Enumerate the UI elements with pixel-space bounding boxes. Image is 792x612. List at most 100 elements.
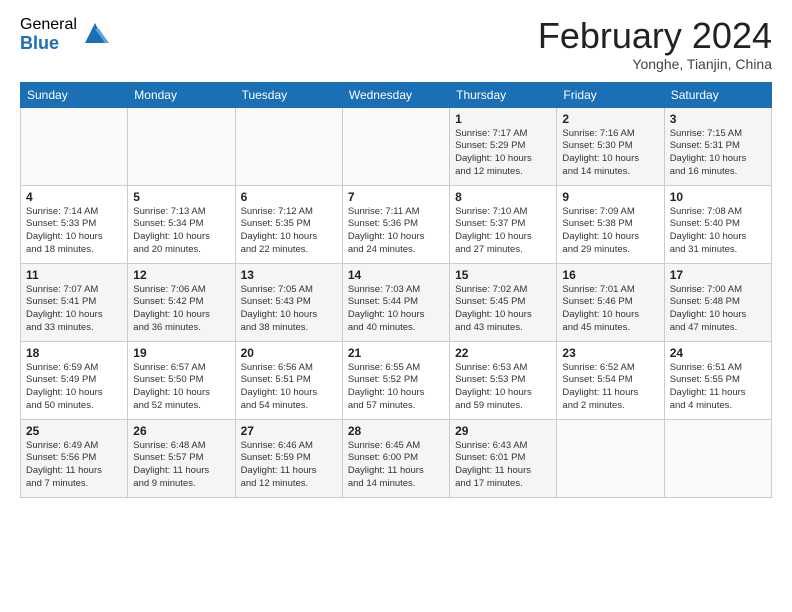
day-cell: 21 Sunrise: 6:55 AMSunset: 5:52 PMDayligh…: [342, 341, 449, 419]
day-number: 4: [26, 190, 122, 204]
col-monday: Monday: [128, 82, 235, 107]
col-sunday: Sunday: [21, 82, 128, 107]
day-cell: 13 Sunrise: 7:05 AMSunset: 5:43 PMDayligh…: [235, 263, 342, 341]
day-number: 14: [348, 268, 444, 282]
day-number: 2: [562, 112, 658, 126]
day-cell: 18 Sunrise: 6:59 AMSunset: 5:49 PMDayligh…: [21, 341, 128, 419]
day-number: 6: [241, 190, 337, 204]
day-cell: 4 Sunrise: 7:14 AMSunset: 5:33 PMDaylight…: [21, 185, 128, 263]
day-info: Sunrise: 7:14 AMSunset: 5:33 PMDaylight:…: [26, 206, 122, 257]
col-thursday: Thursday: [450, 82, 557, 107]
day-cell: [557, 419, 664, 497]
logo-general: General: [20, 16, 77, 34]
day-number: 12: [133, 268, 229, 282]
col-friday: Friday: [557, 82, 664, 107]
day-info: Sunrise: 7:03 AMSunset: 5:44 PMDaylight:…: [348, 284, 444, 335]
day-number: 13: [241, 268, 337, 282]
day-number: 29: [455, 424, 551, 438]
day-info: Sunrise: 7:02 AMSunset: 5:45 PMDaylight:…: [455, 284, 551, 335]
day-info: Sunrise: 6:53 AMSunset: 5:53 PMDaylight:…: [455, 362, 551, 413]
day-cell: [128, 107, 235, 185]
header-row: Sunday Monday Tuesday Wednesday Thursday…: [21, 82, 772, 107]
col-tuesday: Tuesday: [235, 82, 342, 107]
day-info: Sunrise: 6:55 AMSunset: 5:52 PMDaylight:…: [348, 362, 444, 413]
day-info: Sunrise: 6:48 AMSunset: 5:57 PMDaylight:…: [133, 440, 229, 491]
week-row-5: 25Sunrise: 6:49 AMSunset: 5:56 PMDayligh…: [21, 419, 772, 497]
day-info: Sunrise: 7:16 AMSunset: 5:30 PMDaylight:…: [562, 128, 658, 179]
day-number: 16: [562, 268, 658, 282]
day-cell: 25Sunrise: 6:49 AMSunset: 5:56 PMDayligh…: [21, 419, 128, 497]
day-number: 10: [670, 190, 766, 204]
day-cell: 26 Sunrise: 6:48 AMSunset: 5:57 PMDayligh…: [128, 419, 235, 497]
day-number: 8: [455, 190, 551, 204]
day-info: Sunrise: 7:10 AMSunset: 5:37 PMDaylight:…: [455, 206, 551, 257]
day-number: 26: [133, 424, 229, 438]
day-info: Sunrise: 7:05 AMSunset: 5:43 PMDaylight:…: [241, 284, 337, 335]
logo: General Blue: [20, 16, 109, 53]
day-cell: 16Sunrise: 7:01 AMSunset: 5:46 PMDayligh…: [557, 263, 664, 341]
logo-blue: Blue: [20, 34, 77, 54]
day-cell: 23 Sunrise: 6:52 AMSunset: 5:54 PMDayligh…: [557, 341, 664, 419]
day-number: 18: [26, 346, 122, 360]
day-info: Sunrise: 7:11 AMSunset: 5:36 PMDaylight:…: [348, 206, 444, 257]
day-cell: [21, 107, 128, 185]
day-info: Sunrise: 7:08 AMSunset: 5:40 PMDaylight:…: [670, 206, 766, 257]
day-info: Sunrise: 7:00 AMSunset: 5:48 PMDaylight:…: [670, 284, 766, 335]
col-wednesday: Wednesday: [342, 82, 449, 107]
title-area: February 2024 Yonghe, Tianjin, China: [538, 16, 772, 72]
day-info: Sunrise: 6:43 AMSunset: 6:01 PMDaylight:…: [455, 440, 551, 491]
day-cell: 8 Sunrise: 7:10 AMSunset: 5:37 PMDaylight…: [450, 185, 557, 263]
day-number: 19: [133, 346, 229, 360]
day-number: 11: [26, 268, 122, 282]
day-number: 21: [348, 346, 444, 360]
header: General Blue February 2024 Yonghe, Tianj…: [20, 16, 772, 72]
day-info: Sunrise: 6:45 AMSunset: 6:00 PMDaylight:…: [348, 440, 444, 491]
day-info: Sunrise: 7:06 AMSunset: 5:42 PMDaylight:…: [133, 284, 229, 335]
day-number: 9: [562, 190, 658, 204]
day-info: Sunrise: 7:15 AMSunset: 5:31 PMDaylight:…: [670, 128, 766, 179]
day-number: 28: [348, 424, 444, 438]
day-cell: [664, 419, 771, 497]
logo-icon: [81, 19, 109, 47]
day-info: Sunrise: 7:07 AMSunset: 5:41 PMDaylight:…: [26, 284, 122, 335]
day-cell: 12 Sunrise: 7:06 AMSunset: 5:42 PMDayligh…: [128, 263, 235, 341]
day-info: Sunrise: 6:46 AMSunset: 5:59 PMDaylight:…: [241, 440, 337, 491]
day-number: 25: [26, 424, 122, 438]
day-cell: 3 Sunrise: 7:15 AMSunset: 5:31 PMDaylight…: [664, 107, 771, 185]
day-number: 20: [241, 346, 337, 360]
day-cell: 1Sunrise: 7:17 AMSunset: 5:29 PMDaylight…: [450, 107, 557, 185]
day-cell: 2 Sunrise: 7:16 AMSunset: 5:30 PMDaylight…: [557, 107, 664, 185]
day-number: 7: [348, 190, 444, 204]
day-cell: 22Sunrise: 6:53 AMSunset: 5:53 PMDayligh…: [450, 341, 557, 419]
day-number: 24: [670, 346, 766, 360]
day-info: Sunrise: 6:59 AMSunset: 5:49 PMDaylight:…: [26, 362, 122, 413]
day-cell: 10 Sunrise: 7:08 AMSunset: 5:40 PMDayligh…: [664, 185, 771, 263]
week-row-3: 11 Sunrise: 7:07 AMSunset: 5:41 PMDayligh…: [21, 263, 772, 341]
day-cell: 9 Sunrise: 7:09 AMSunset: 5:38 PMDaylight…: [557, 185, 664, 263]
day-cell: 27 Sunrise: 6:46 AMSunset: 5:59 PMDayligh…: [235, 419, 342, 497]
week-row-1: 1Sunrise: 7:17 AMSunset: 5:29 PMDaylight…: [21, 107, 772, 185]
day-number: 3: [670, 112, 766, 126]
day-info: Sunrise: 7:17 AMSunset: 5:29 PMDaylight:…: [455, 128, 551, 179]
col-saturday: Saturday: [664, 82, 771, 107]
day-number: 23: [562, 346, 658, 360]
day-cell: 28 Sunrise: 6:45 AMSunset: 6:00 PMDayligh…: [342, 419, 449, 497]
day-info: Sunrise: 6:56 AMSunset: 5:51 PMDaylight:…: [241, 362, 337, 413]
week-row-2: 4 Sunrise: 7:14 AMSunset: 5:33 PMDaylight…: [21, 185, 772, 263]
day-info: Sunrise: 7:09 AMSunset: 5:38 PMDaylight:…: [562, 206, 658, 257]
day-number: 27: [241, 424, 337, 438]
day-info: Sunrise: 7:12 AMSunset: 5:35 PMDaylight:…: [241, 206, 337, 257]
day-cell: 5Sunrise: 7:13 AMSunset: 5:34 PMDaylight…: [128, 185, 235, 263]
calendar-table: Sunday Monday Tuesday Wednesday Thursday…: [20, 82, 772, 498]
week-row-4: 18 Sunrise: 6:59 AMSunset: 5:49 PMDayligh…: [21, 341, 772, 419]
day-cell: 7 Sunrise: 7:11 AMSunset: 5:36 PMDaylight…: [342, 185, 449, 263]
day-cell: [342, 107, 449, 185]
day-cell: 20 Sunrise: 6:56 AMSunset: 5:51 PMDayligh…: [235, 341, 342, 419]
day-info: Sunrise: 6:52 AMSunset: 5:54 PMDaylight:…: [562, 362, 658, 413]
day-cell: [235, 107, 342, 185]
day-number: 17: [670, 268, 766, 282]
day-info: Sunrise: 6:57 AMSunset: 5:50 PMDaylight:…: [133, 362, 229, 413]
day-cell: 15Sunrise: 7:02 AMSunset: 5:45 PMDayligh…: [450, 263, 557, 341]
day-info: Sunrise: 6:51 AMSunset: 5:55 PMDaylight:…: [670, 362, 766, 413]
day-info: Sunrise: 7:13 AMSunset: 5:34 PMDaylight:…: [133, 206, 229, 257]
